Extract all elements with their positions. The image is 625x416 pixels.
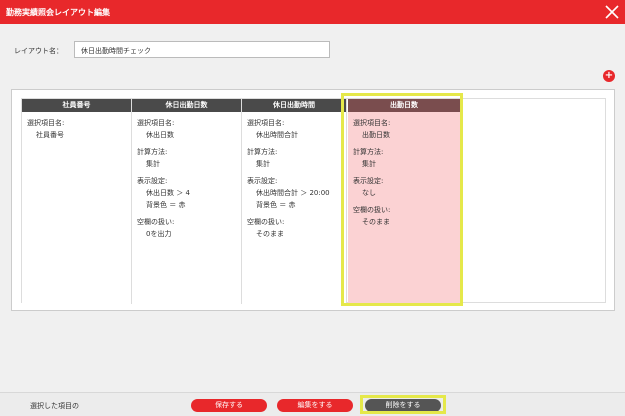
field-label: 空欄の扱い: — [247, 218, 285, 226]
field-value: 0を出力 — [146, 230, 172, 238]
field-value: 休出日数 ＞ 4 — [146, 189, 190, 197]
field-label: 空欄の扱い: — [137, 218, 175, 226]
field-label: 空欄の扱い: — [353, 206, 391, 214]
field-label: 計算方法: — [353, 148, 384, 156]
save-button[interactable]: 保存する — [191, 399, 267, 412]
layout-grid: 社員番号 選択項目名: 社員番号 休日出勤日数 選択項目名: 休出日数 計算方法… — [21, 98, 606, 304]
field-label: 表示設定: — [137, 177, 168, 185]
field-value: 休出日数 — [146, 131, 174, 139]
field-value: 休出時間合計 ＞ 20:00 — [256, 189, 330, 197]
field-label: 計算方法: — [247, 148, 278, 156]
column-employee-number[interactable]: 社員番号 選択項目名: 社員番号 — [22, 99, 132, 304]
field-value: 集計 — [256, 160, 270, 168]
layout-grid-panel: 社員番号 選択項目名: 社員番号 休日出勤日数 選択項目名: 休出日数 計算方法… — [11, 89, 615, 311]
field-label: 選択項目名: — [137, 119, 175, 127]
column-work-days-selected[interactable]: 出勤日数 選択項目名: 出勤日数 計算方法: 集計 表示設定: なし 空欄の扱い… — [348, 99, 460, 304]
delete-button[interactable]: 削除をする — [365, 399, 441, 412]
close-icon[interactable] — [605, 5, 619, 19]
footer-bar: 選択した項目の 保存する 編集をする 削除をする — [0, 392, 625, 416]
plus-icon: + — [604, 70, 614, 81]
field-value: そのまま — [256, 230, 284, 238]
field-value: なし — [362, 189, 376, 197]
column-holiday-work-hours[interactable]: 休日出勤時間 選択項目名: 休出時間合計 計算方法: 集計 表示設定: 休出時間… — [242, 99, 347, 304]
field-label: 表示設定: — [353, 177, 384, 185]
field-value: 背景色 ＝ 赤 — [146, 201, 186, 209]
footer-message: 選択した項目の — [30, 402, 79, 410]
field-label: 表示設定: — [247, 177, 278, 185]
field-value: 背景色 ＝ 赤 — [256, 201, 296, 209]
field-value: 集計 — [146, 160, 160, 168]
column-header: 社員番号 — [22, 99, 131, 112]
column-header: 出勤日数 — [348, 99, 460, 112]
content-area: レイアウト名： 休日出勤時間チェック + 社員番号 選択項目名: 社員番号 休日… — [0, 24, 625, 392]
field-value: 休出時間合計 — [256, 131, 298, 139]
field-label: 選択項目名: — [247, 119, 285, 127]
field-label: 選択項目名: — [353, 119, 391, 127]
layout-name-input[interactable]: 休日出勤時間チェック — [74, 41, 330, 58]
column-header: 休日出勤時間 — [242, 99, 346, 112]
field-label: 計算方法: — [137, 148, 168, 156]
layout-name-label: レイアウト名： — [14, 47, 63, 55]
column-holiday-work-days[interactable]: 休日出勤日数 選択項目名: 休出日数 計算方法: 集計 表示設定: 休出日数 ＞… — [132, 99, 242, 304]
field-value: 出勤日数 — [362, 131, 390, 139]
field-value: そのまま — [362, 218, 390, 226]
field-label: 選択項目名: — [27, 119, 65, 127]
layout-name-row: レイアウト名： 休日出勤時間チェック — [14, 41, 334, 59]
title-bar: 勤務実績照会レイアウト編集 — [0, 0, 625, 24]
add-column-button[interactable]: + — [603, 70, 615, 82]
edit-button[interactable]: 編集をする — [277, 399, 353, 412]
field-value: 社員番号 — [36, 131, 64, 139]
window-title: 勤務実績照会レイアウト編集 — [6, 8, 110, 17]
column-header: 休日出勤日数 — [132, 99, 241, 112]
field-value: 集計 — [362, 160, 376, 168]
